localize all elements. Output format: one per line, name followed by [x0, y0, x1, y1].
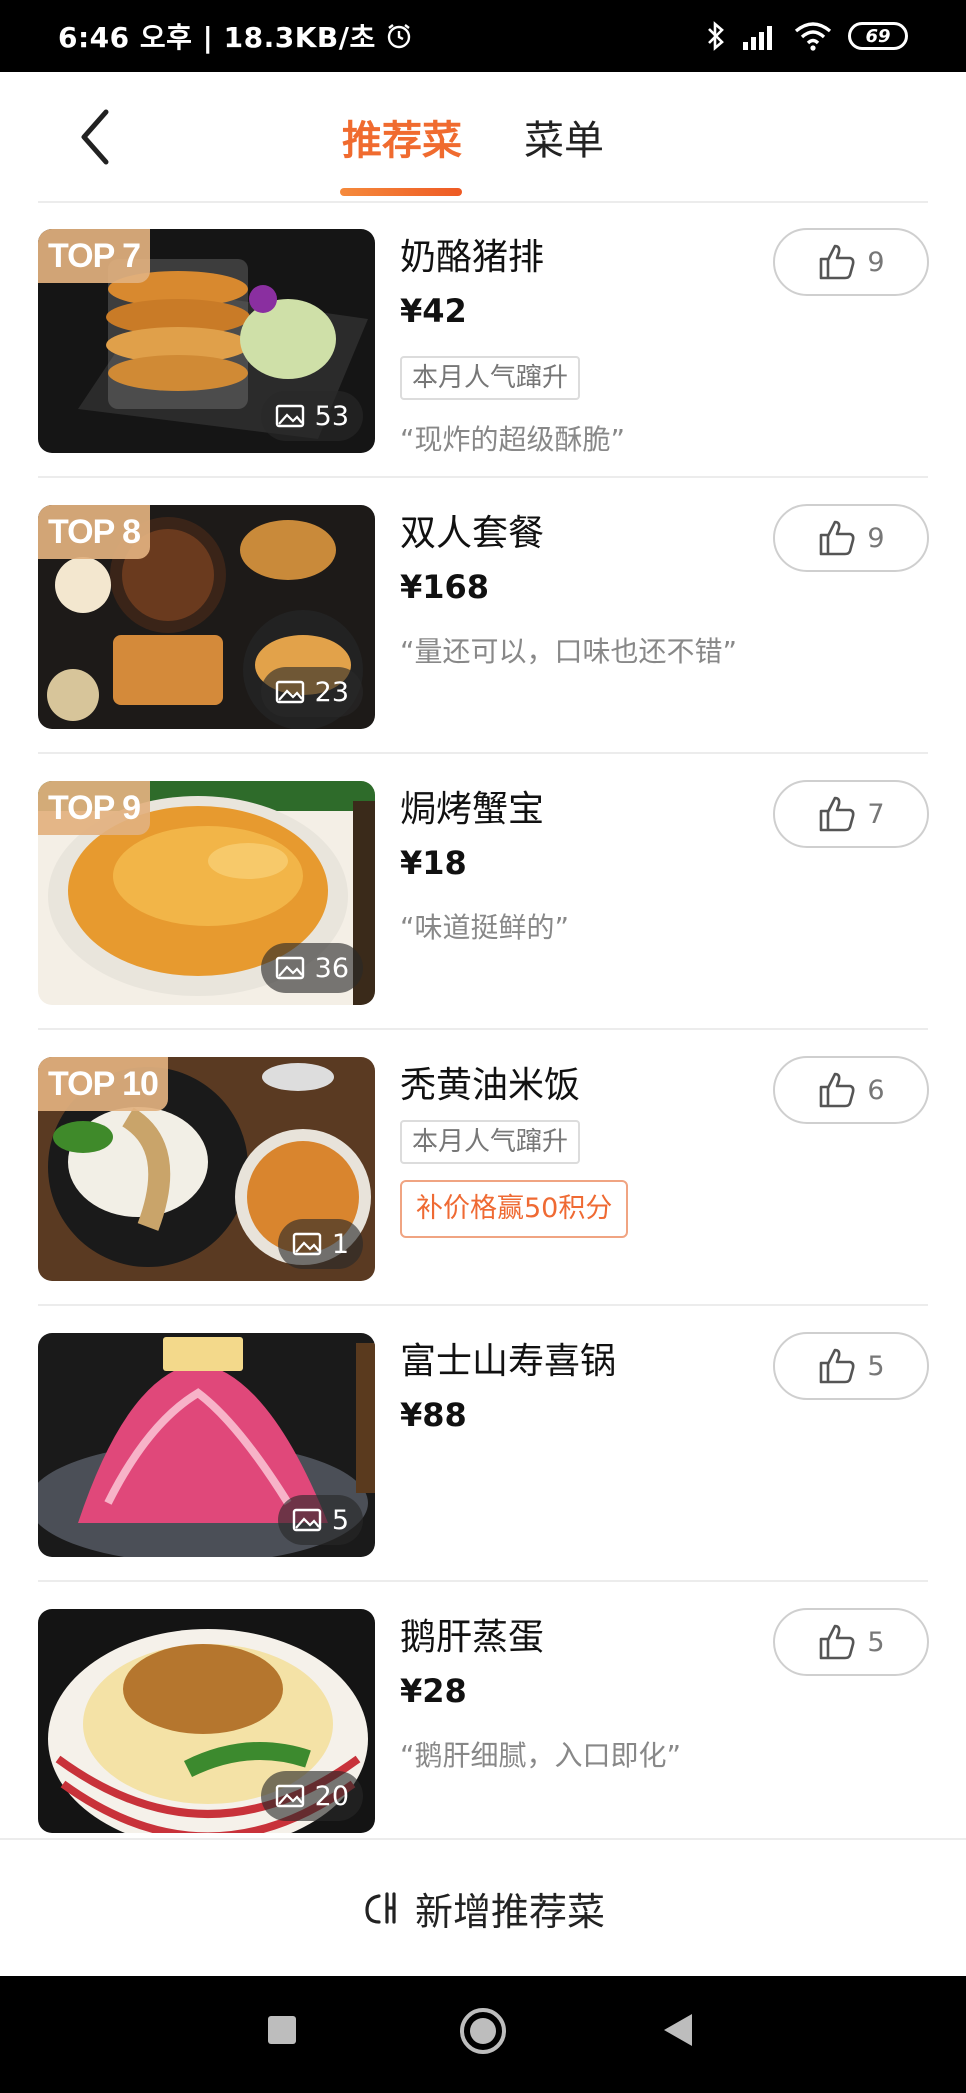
- add-recommended-dish-label: 新增推荐菜: [414, 1889, 605, 1934]
- like-count: 9: [867, 522, 885, 554]
- dish-name: 焗烤蟹宝: [400, 789, 545, 830]
- dish-name: 鹅肝蒸蛋: [400, 1617, 545, 1658]
- dish-price: ¥88: [400, 1396, 467, 1434]
- popular-tag: 本月人气蹿升: [400, 1120, 581, 1164]
- like-button[interactable]: 5: [773, 1608, 929, 1676]
- like-count: 5: [867, 1626, 885, 1658]
- status-time: 6:46 오후 | 18.3KB/초: [58, 21, 376, 54]
- dish-review-quote: “味道挺鲜的”: [400, 911, 570, 944]
- dish-price: ¥28: [400, 1672, 467, 1710]
- dish-name: 秃黄油米饭: [400, 1065, 581, 1106]
- like-count: 7: [867, 798, 885, 830]
- add-dish-icon: [365, 1892, 396, 1924]
- popular-tag: 本月人气蹿升: [400, 356, 581, 400]
- list-item[interactable]: TOP 7 53 奶酪猪排 ¥42 本月人气蹿升 “现炸的超级酥脆” 9: [0, 202, 966, 478]
- thumbs-up-icon: [820, 244, 855, 280]
- dish-name: 富士山寿喜锅: [400, 1341, 617, 1382]
- photo-count: 53: [260, 391, 363, 441]
- photo-count-value: 1: [331, 1228, 349, 1260]
- bluetooth-icon: [708, 21, 724, 51]
- image-icon: [275, 1784, 304, 1808]
- like-button[interactable]: 9: [773, 228, 929, 296]
- like-count: 6: [867, 1074, 885, 1106]
- photo-count-value: 36: [314, 952, 349, 984]
- home-button[interactable]: [460, 2008, 506, 2054]
- list-item[interactable]: TOP 10 1 秃黄油米饭 本月人气蹿升 补价格赢50积分 6: [0, 1030, 966, 1306]
- list-item[interactable]: TOP 9 36 焗烤蟹宝 ¥18 “味道挺鲜的” 7: [0, 754, 966, 1030]
- back-arrow-icon[interactable]: [72, 102, 122, 172]
- photo-count-value: 20: [314, 1780, 349, 1812]
- battery-indicator: 69: [848, 22, 908, 50]
- dish-photo[interactable]: TOP 8 23: [38, 505, 375, 729]
- list-item[interactable]: TOP 8 23 双人套餐 ¥168 “量还可以，口味也还不错” 9: [0, 478, 966, 754]
- dish-name: 双人套餐: [400, 513, 545, 554]
- dish-review-quote: “现炸的超级酥脆”: [400, 423, 626, 456]
- image-icon: [275, 680, 304, 704]
- dish-review-quote: “量还可以，口味也还不错”: [400, 635, 738, 668]
- thumbs-up-icon: [820, 520, 855, 556]
- active-tab-indicator: [340, 188, 462, 196]
- like-count: 5: [867, 1350, 885, 1382]
- fill-price-promo-button[interactable]: 补价格赢50积分: [400, 1180, 629, 1238]
- dish-price: ¥42: [400, 292, 467, 330]
- dish-photo[interactable]: TOP 9 36: [38, 781, 375, 1005]
- system-nav-bar: [0, 1976, 966, 2093]
- rank-badge: TOP 8: [38, 505, 151, 559]
- dish-name: 奶酪猪排: [400, 237, 545, 278]
- dish-review-quote: “鹅肝细腻，入口即化”: [400, 1739, 682, 1772]
- wifi-icon: [794, 22, 832, 51]
- top-nav: 推荐菜 菜单: [0, 72, 966, 203]
- signal-icon: [743, 26, 772, 50]
- image-icon: [275, 956, 304, 980]
- like-button[interactable]: 5: [773, 1332, 929, 1400]
- image-icon: [292, 1232, 322, 1256]
- rank-badge: TOP 9: [38, 781, 151, 835]
- thumbs-up-icon: [820, 1348, 855, 1384]
- like-button[interactable]: 9: [773, 504, 929, 572]
- tab-menu[interactable]: 菜单: [524, 108, 604, 166]
- dish-photo[interactable]: 5: [38, 1333, 375, 1557]
- status-right: 69: [706, 21, 908, 51]
- add-recommended-dish-button[interactable]: 新增推荐菜: [0, 1838, 966, 1976]
- list-item[interactable]: 20 鹅肝蒸蛋 ¥28 “鹅肝细腻，入口即化” 5: [0, 1582, 966, 1858]
- photo-count: 23: [260, 667, 363, 717]
- rank-badge: TOP 7: [38, 229, 151, 283]
- like-button[interactable]: 7: [773, 780, 929, 848]
- system-back-button[interactable]: [664, 2014, 692, 2046]
- list-item[interactable]: 5 富士山寿喜锅 ¥88 5: [0, 1306, 966, 1582]
- alarm-icon: [387, 24, 410, 49]
- recommended-dish-list: TOP 7 53 奶酪猪排 ¥42 本月人气蹿升 “现炸的超级酥脆” 9 TOP…: [0, 202, 966, 1858]
- thumbs-up-icon: [820, 1624, 855, 1660]
- like-count: 9: [867, 246, 885, 278]
- photo-count: 20: [260, 1771, 363, 1821]
- app-frame: 6:46 오후 | 18.3KB/초 69 推荐菜 菜单 TOP 7 53 奶酪…: [0, 0, 966, 2093]
- dish-price: ¥18: [400, 844, 467, 882]
- image-icon: [275, 404, 304, 428]
- photo-count: 1: [277, 1219, 363, 1269]
- photo-count-value: 5: [331, 1504, 349, 1536]
- like-button[interactable]: 6: [773, 1056, 929, 1124]
- rank-badge: TOP 10: [38, 1057, 168, 1111]
- photo-count-value: 53: [314, 400, 349, 432]
- photo-count: 5: [277, 1495, 363, 1545]
- thumbs-up-icon: [820, 796, 855, 832]
- image-icon: [292, 1508, 322, 1532]
- dish-photo[interactable]: TOP 7 53: [38, 229, 375, 453]
- recent-apps-button[interactable]: [268, 2016, 296, 2044]
- photo-count-value: 23: [314, 676, 349, 708]
- dish-photo[interactable]: TOP 10 1: [38, 1057, 375, 1281]
- battery-level: 69: [865, 25, 891, 47]
- thumbs-up-icon: [820, 1072, 855, 1108]
- status-left: 6:46 오후 | 18.3KB/초: [58, 16, 412, 56]
- dish-photo[interactable]: 20: [38, 1609, 375, 1833]
- photo-count: 36: [260, 943, 363, 993]
- tab-recommended-dishes[interactable]: 推荐菜: [342, 108, 462, 166]
- dish-price: ¥168: [400, 568, 490, 606]
- status-bar: 6:46 오후 | 18.3KB/초 69: [0, 0, 966, 72]
